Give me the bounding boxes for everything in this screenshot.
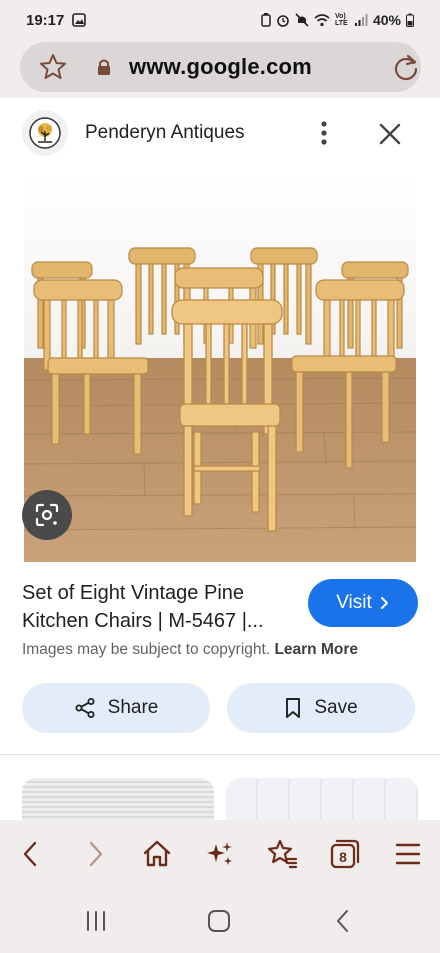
system-navigation-bar bbox=[0, 886, 440, 953]
related-image-thumbnail[interactable] bbox=[226, 778, 418, 820]
bookmark-star-icon[interactable] bbox=[38, 52, 68, 82]
save-button[interactable]: Save bbox=[227, 683, 415, 733]
web-content: Penderyn Antiques Set of Eight Vintage P… bbox=[0, 98, 440, 820]
result-title[interactable]: Set of Eight Vintage Pine Kitchen Chairs… bbox=[22, 579, 307, 635]
address-bar[interactable]: www.google.com bbox=[20, 42, 421, 92]
home-button-icon[interactable] bbox=[204, 906, 234, 936]
related-image-thumbnail[interactable] bbox=[22, 778, 214, 820]
lens-icon bbox=[35, 503, 59, 527]
share-button[interactable]: Share bbox=[22, 683, 210, 733]
mute-icon bbox=[295, 13, 309, 27]
bookmarks-icon[interactable] bbox=[266, 838, 298, 870]
status-left: 19:17 bbox=[26, 11, 87, 29]
save-button-label: Save bbox=[314, 697, 358, 718]
clock: 19:17 bbox=[26, 11, 65, 29]
image-container bbox=[0, 170, 440, 562]
alarm-icon bbox=[277, 15, 289, 27]
gallery-notification-icon bbox=[72, 13, 87, 27]
source-header: Penderyn Antiques bbox=[0, 98, 440, 170]
tree-logo-icon bbox=[29, 117, 61, 149]
url-text[interactable]: www.google.com bbox=[20, 54, 421, 80]
ai-sparkle-icon[interactable] bbox=[204, 838, 236, 870]
menu-icon[interactable] bbox=[392, 838, 424, 870]
battery-saver-icon bbox=[261, 13, 271, 27]
signal-icon bbox=[354, 14, 368, 26]
copyright-text: Images may be subject to copyright. bbox=[22, 641, 271, 658]
system-back-icon[interactable] bbox=[328, 906, 358, 936]
battery-icon bbox=[406, 13, 414, 27]
share-icon bbox=[75, 698, 95, 718]
tabs-icon[interactable]: 8 bbox=[329, 838, 361, 870]
product-image[interactable] bbox=[24, 170, 416, 562]
bookmark-icon bbox=[286, 698, 301, 718]
site-logo[interactable] bbox=[22, 110, 68, 156]
battery-percent: 40% bbox=[372, 12, 401, 28]
visit-button-label: Visit bbox=[336, 592, 372, 613]
forward-icon[interactable] bbox=[79, 838, 111, 870]
section-divider bbox=[0, 754, 440, 755]
lock-icon bbox=[98, 59, 110, 75]
close-icon[interactable] bbox=[376, 120, 404, 148]
copyright-notice: Images may be subject to copyright. Lear… bbox=[22, 641, 358, 659]
learn-more-link[interactable]: Learn More bbox=[274, 641, 358, 658]
status-bar: 19:17 Vo) LTE 40% bbox=[0, 0, 440, 40]
reload-icon[interactable] bbox=[392, 53, 420, 81]
status-right: Vo) LTE 40% bbox=[261, 12, 414, 28]
back-icon[interactable] bbox=[15, 838, 47, 870]
google-lens-button[interactable] bbox=[22, 490, 72, 540]
more-options-icon[interactable] bbox=[312, 118, 336, 148]
tab-count: 8 bbox=[339, 849, 347, 865]
home-icon[interactable] bbox=[141, 838, 173, 870]
browser-toolbar: 8 bbox=[0, 820, 440, 886]
network-type: Vo) LTE bbox=[334, 13, 348, 27]
recent-apps-icon[interactable] bbox=[81, 906, 111, 936]
wifi-icon bbox=[314, 14, 330, 27]
visit-button[interactable]: Visit bbox=[308, 579, 418, 627]
share-button-label: Share bbox=[107, 697, 159, 718]
chevron-right-icon bbox=[380, 597, 388, 609]
site-name[interactable]: Penderyn Antiques bbox=[85, 122, 245, 144]
